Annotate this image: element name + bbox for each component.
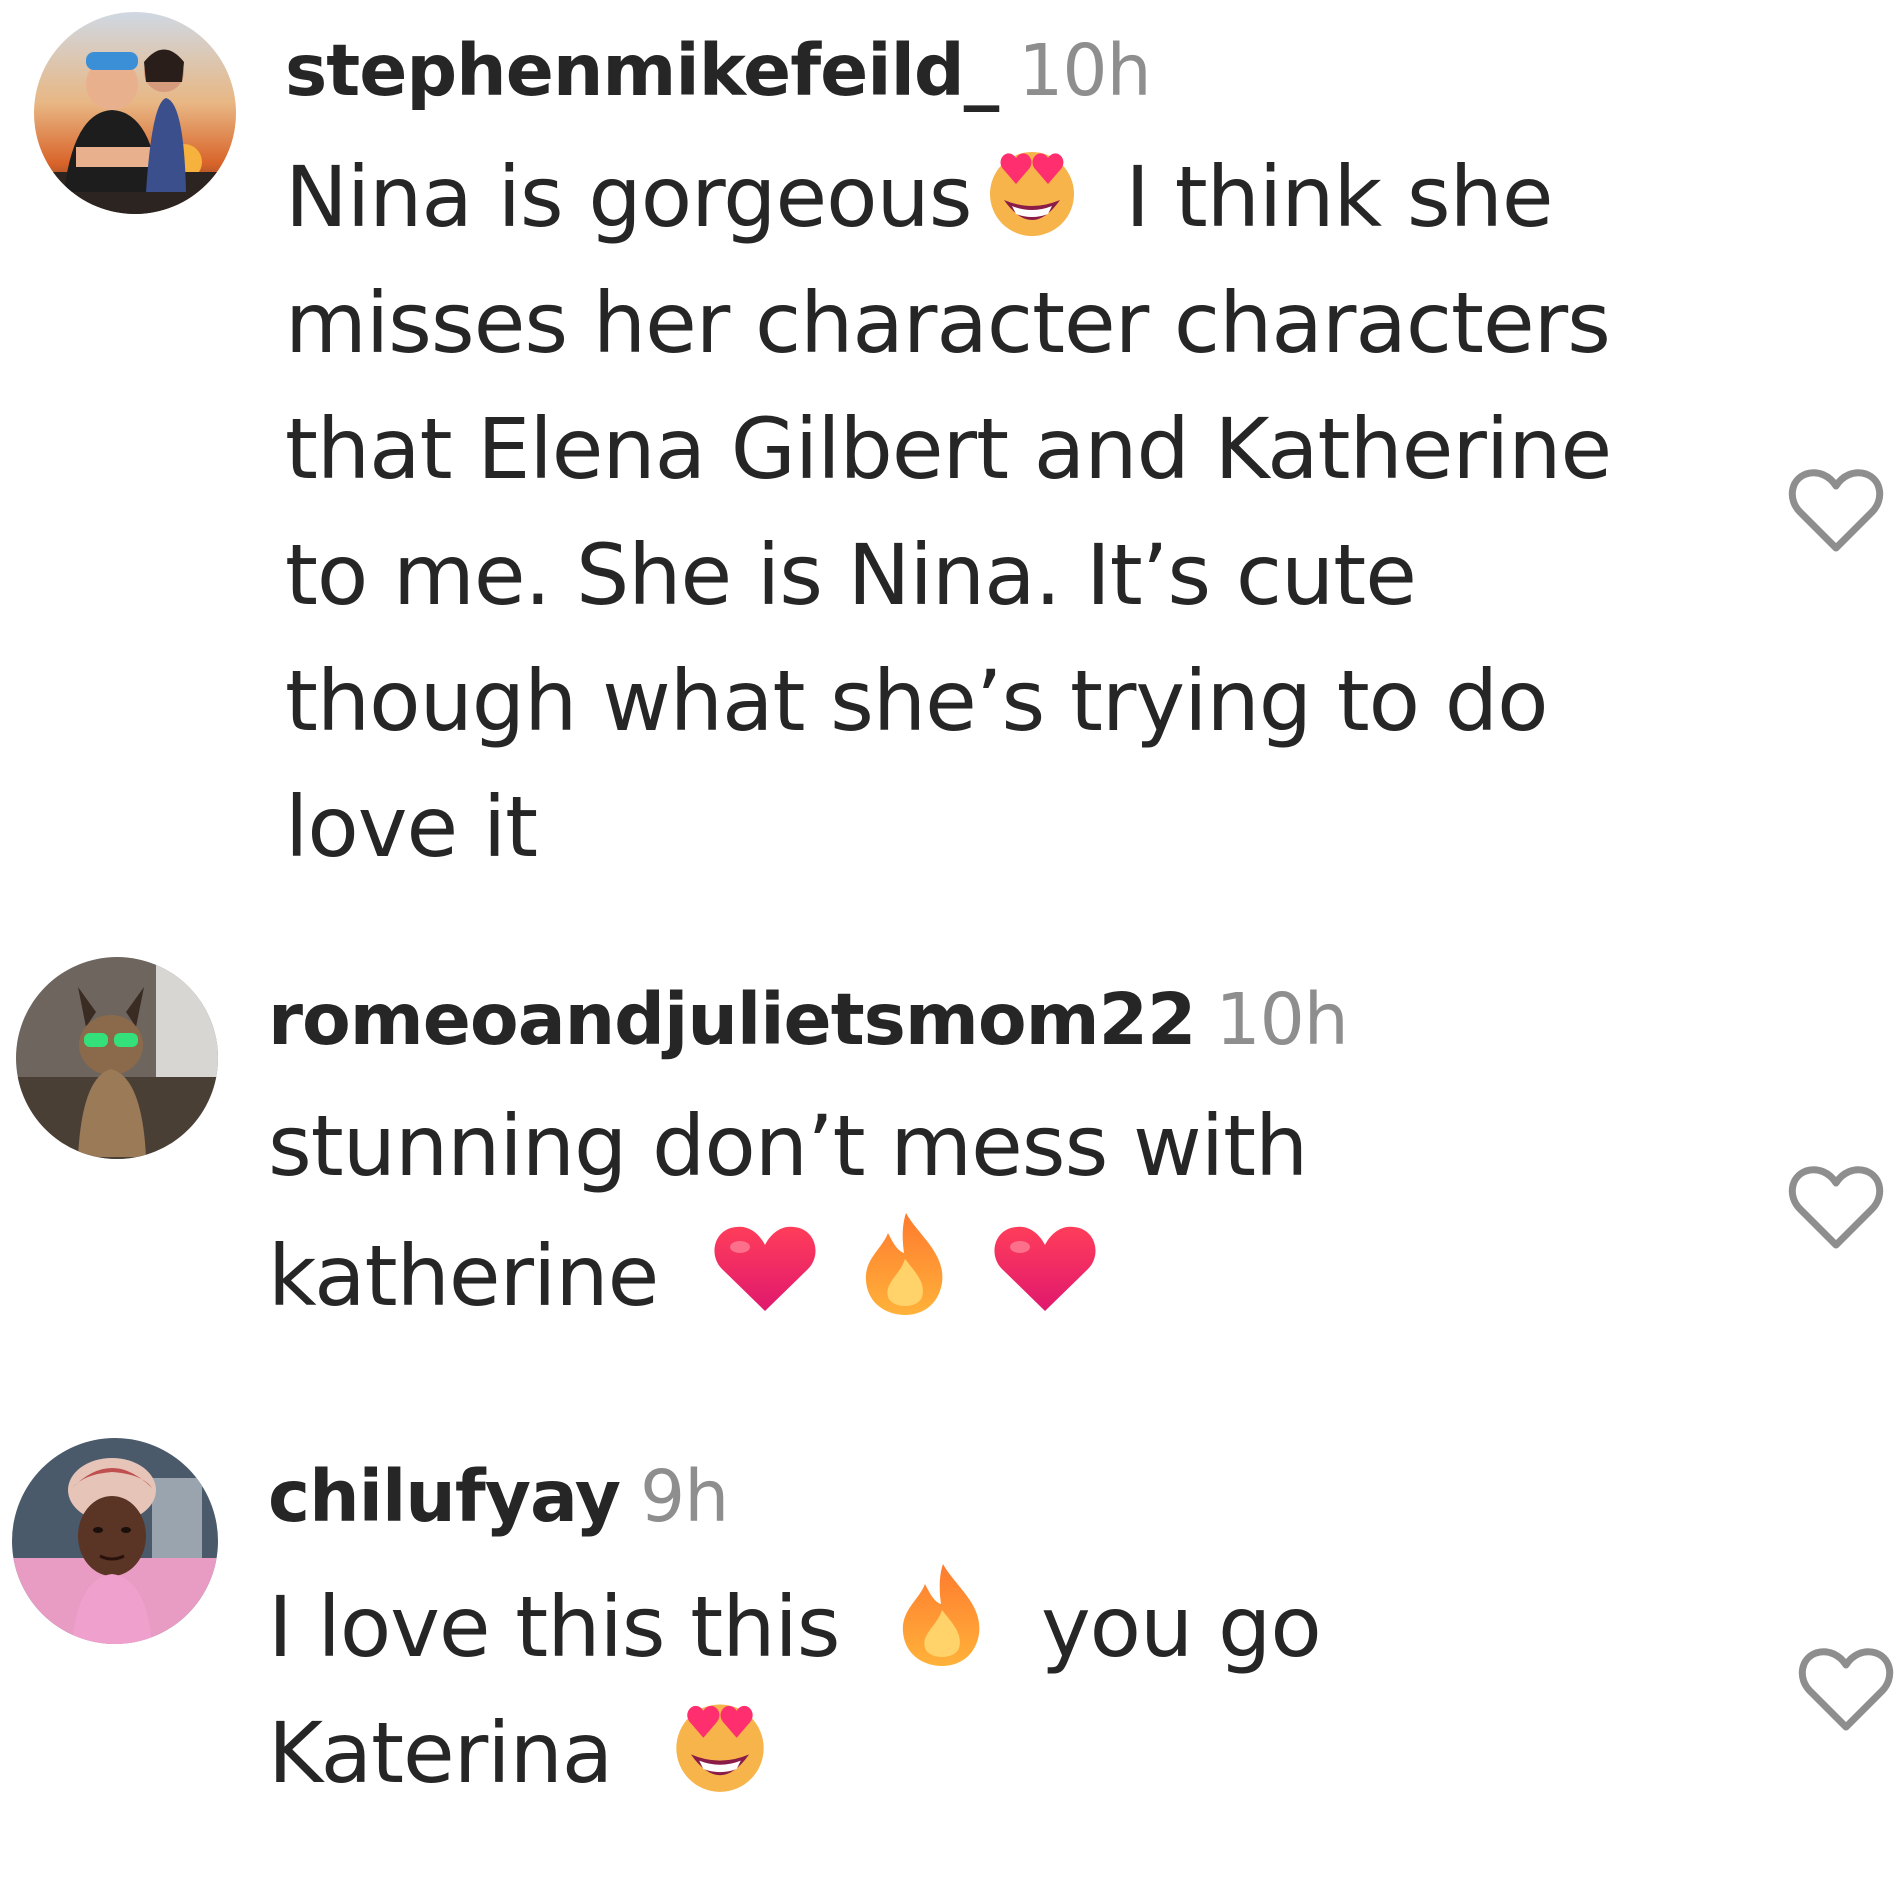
text-span: Katerina [268, 1704, 638, 1802]
comment-text: Nina is gorgeous I think she misses her … [285, 134, 1612, 890]
timestamp[interactable]: 10h [1215, 978, 1348, 1061]
fire-emoji [897, 1560, 987, 1670]
comment-item: stephenmikefeild_ 10h Nina is gorgeous I … [0, 0, 1900, 900]
text-span: I think she [1099, 148, 1553, 246]
text-span: I love this this [268, 1578, 866, 1676]
timestamp[interactable]: 9h [640, 1455, 729, 1538]
heart-eyes-emoji [668, 1692, 772, 1796]
username-link[interactable]: chilufyay [268, 1455, 621, 1538]
text-span: you go [1015, 1578, 1322, 1676]
comment-line: to me. She is Nina. It’s cute [285, 526, 1417, 624]
red-heart-emoji [990, 1219, 1100, 1319]
comment-line: love it [285, 778, 538, 876]
heart-outline-icon [1788, 469, 1884, 552]
text-span: katherine [268, 1227, 684, 1325]
avatar[interactable] [34, 12, 236, 214]
heart-outline-icon [1788, 1166, 1884, 1249]
comment-line: Katerina [268, 1690, 1321, 1816]
heart-eyes-emoji [982, 140, 1082, 240]
like-button[interactable] [1786, 1163, 1886, 1253]
comment-line: that Elena Gilbert and Katherine [285, 400, 1612, 498]
comment-text: I love this this you go Katerina [268, 1560, 1322, 1816]
comment-line: Nina is gorgeous I think she [285, 134, 1611, 260]
avatar[interactable] [12, 1438, 218, 1644]
like-button[interactable] [1786, 466, 1886, 556]
red-heart-emoji [710, 1219, 820, 1319]
comment-header: stephenmikefeild_ 10h [285, 28, 1152, 114]
text-span: Nina is gorgeous [285, 148, 973, 246]
comment-line: stunning don’t mess with [268, 1097, 1308, 1195]
comment-header: chilufyay 9h [268, 1454, 729, 1540]
comment-line: katherine [268, 1209, 1307, 1339]
heart-outline-icon [1798, 1648, 1894, 1731]
comment-text: stunning don’t mess with katherine [268, 1083, 1308, 1339]
fire-emoji [860, 1209, 950, 1319]
comment-item: chilufyay 9h I love this this you go Kate [0, 1430, 1900, 1830]
comment-header: romeoandjulietsmom22 10h [268, 977, 1349, 1063]
comment-item: romeoandjulietsmom22 10h stunning don’t m… [0, 940, 1900, 1380]
timestamp[interactable]: 10h [1018, 29, 1151, 112]
avatar[interactable] [16, 957, 218, 1159]
username-link[interactable]: romeoandjulietsmom22 [268, 978, 1196, 1061]
comment-line: misses her character characters [285, 274, 1611, 372]
comment-line: I love this this you go [268, 1560, 1322, 1690]
username-link[interactable]: stephenmikefeild_ [285, 29, 999, 112]
comment-line: though what she’s trying to do [285, 652, 1548, 750]
like-button[interactable] [1796, 1645, 1896, 1735]
